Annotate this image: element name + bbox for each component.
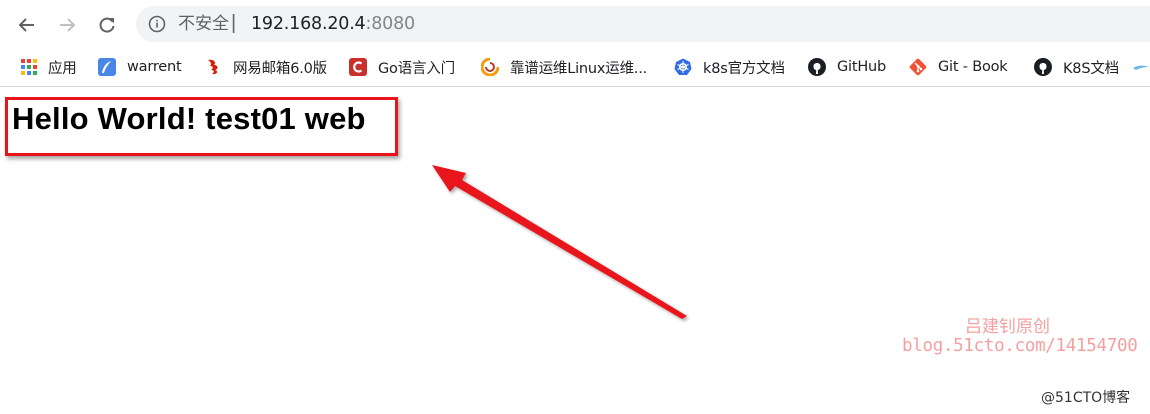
security-label[interactable]: 不安全	[178, 14, 229, 34]
github-icon	[808, 58, 826, 76]
netease-mail-icon	[204, 58, 222, 76]
bookmark-k8s-doc-github[interactable]: K8S文档	[1034, 48, 1119, 86]
bookmark-label: k8s官方文档	[703, 60, 785, 77]
apps-grid-icon	[20, 58, 38, 76]
bookmark-linux-ops[interactable]: 靠谱运维Linux运维...	[481, 48, 647, 86]
git-icon	[909, 58, 927, 76]
forward-button[interactable]	[54, 12, 80, 38]
bookmark-label: Git - Book	[938, 59, 1008, 75]
bookmark-label: Go语言入门	[378, 60, 455, 77]
swirl-logo-icon	[481, 58, 499, 76]
bookmark-label: K8S文档	[1063, 60, 1119, 77]
kubernetes-icon	[674, 58, 692, 76]
bookmark-warrent[interactable]: warrent	[98, 48, 182, 86]
watermark-author: 吕建钊原创	[965, 317, 1050, 337]
bookmark-label: 网易邮箱6.0版	[233, 60, 327, 77]
address-separator: |	[231, 12, 237, 34]
bookmark-label: GitHub	[837, 59, 887, 75]
watermark-site: @51CTO博客	[1041, 390, 1131, 406]
watermark-blog-url: blog.51cto.com/14154700	[902, 336, 1138, 356]
bookmark-netease-mail[interactable]: 网易邮箱6.0版	[204, 48, 327, 86]
url-host: 192.168.20.4	[251, 14, 366, 34]
bird-icon	[1132, 58, 1150, 76]
address-bar[interactable]: 不安全 | 192.168.20.4:8080	[136, 6, 1150, 42]
c-logo-icon	[349, 58, 367, 76]
bookmark-k8s-docs[interactable]: k8s官方文档	[674, 48, 785, 86]
bookmark-github[interactable]: GitHub	[808, 48, 886, 86]
info-icon[interactable]	[148, 15, 166, 33]
github-icon	[1034, 58, 1052, 76]
bookmark-git-book[interactable]: Git - Book	[909, 48, 1008, 86]
back-arrow-icon	[18, 18, 34, 32]
page-content: Hello World! test01 web 吕建钊原创 blog.51cto…	[0, 87, 1150, 414]
bookmark-label: 应用	[48, 60, 77, 77]
bookmark-overflow[interactable]	[1132, 48, 1150, 86]
url-text[interactable]: 192.168.20.4:8080	[251, 13, 415, 35]
forward-arrow-icon	[60, 18, 76, 32]
bookmark-label: 靠谱运维Linux运维...	[510, 60, 648, 77]
reload-icon	[99, 17, 115, 33]
bookmark-label: warrent	[127, 59, 182, 75]
bookmarks-bar: 应用 warrent 网易邮箱6.0版 Go语言入门 靠谱运维Linux运维..…	[0, 48, 1150, 87]
reload-button[interactable]	[94, 12, 120, 38]
browser-toolbar: 不安全 | 192.168.20.4:8080	[0, 0, 1150, 48]
annotation-arrow-icon	[432, 165, 687, 319]
feather-icon	[98, 58, 116, 76]
bookmark-go-intro[interactable]: Go语言入门	[349, 48, 455, 86]
back-button[interactable]	[14, 12, 40, 38]
url-port: :8080	[365, 14, 416, 34]
bookmark-apps[interactable]: 应用	[20, 48, 77, 86]
